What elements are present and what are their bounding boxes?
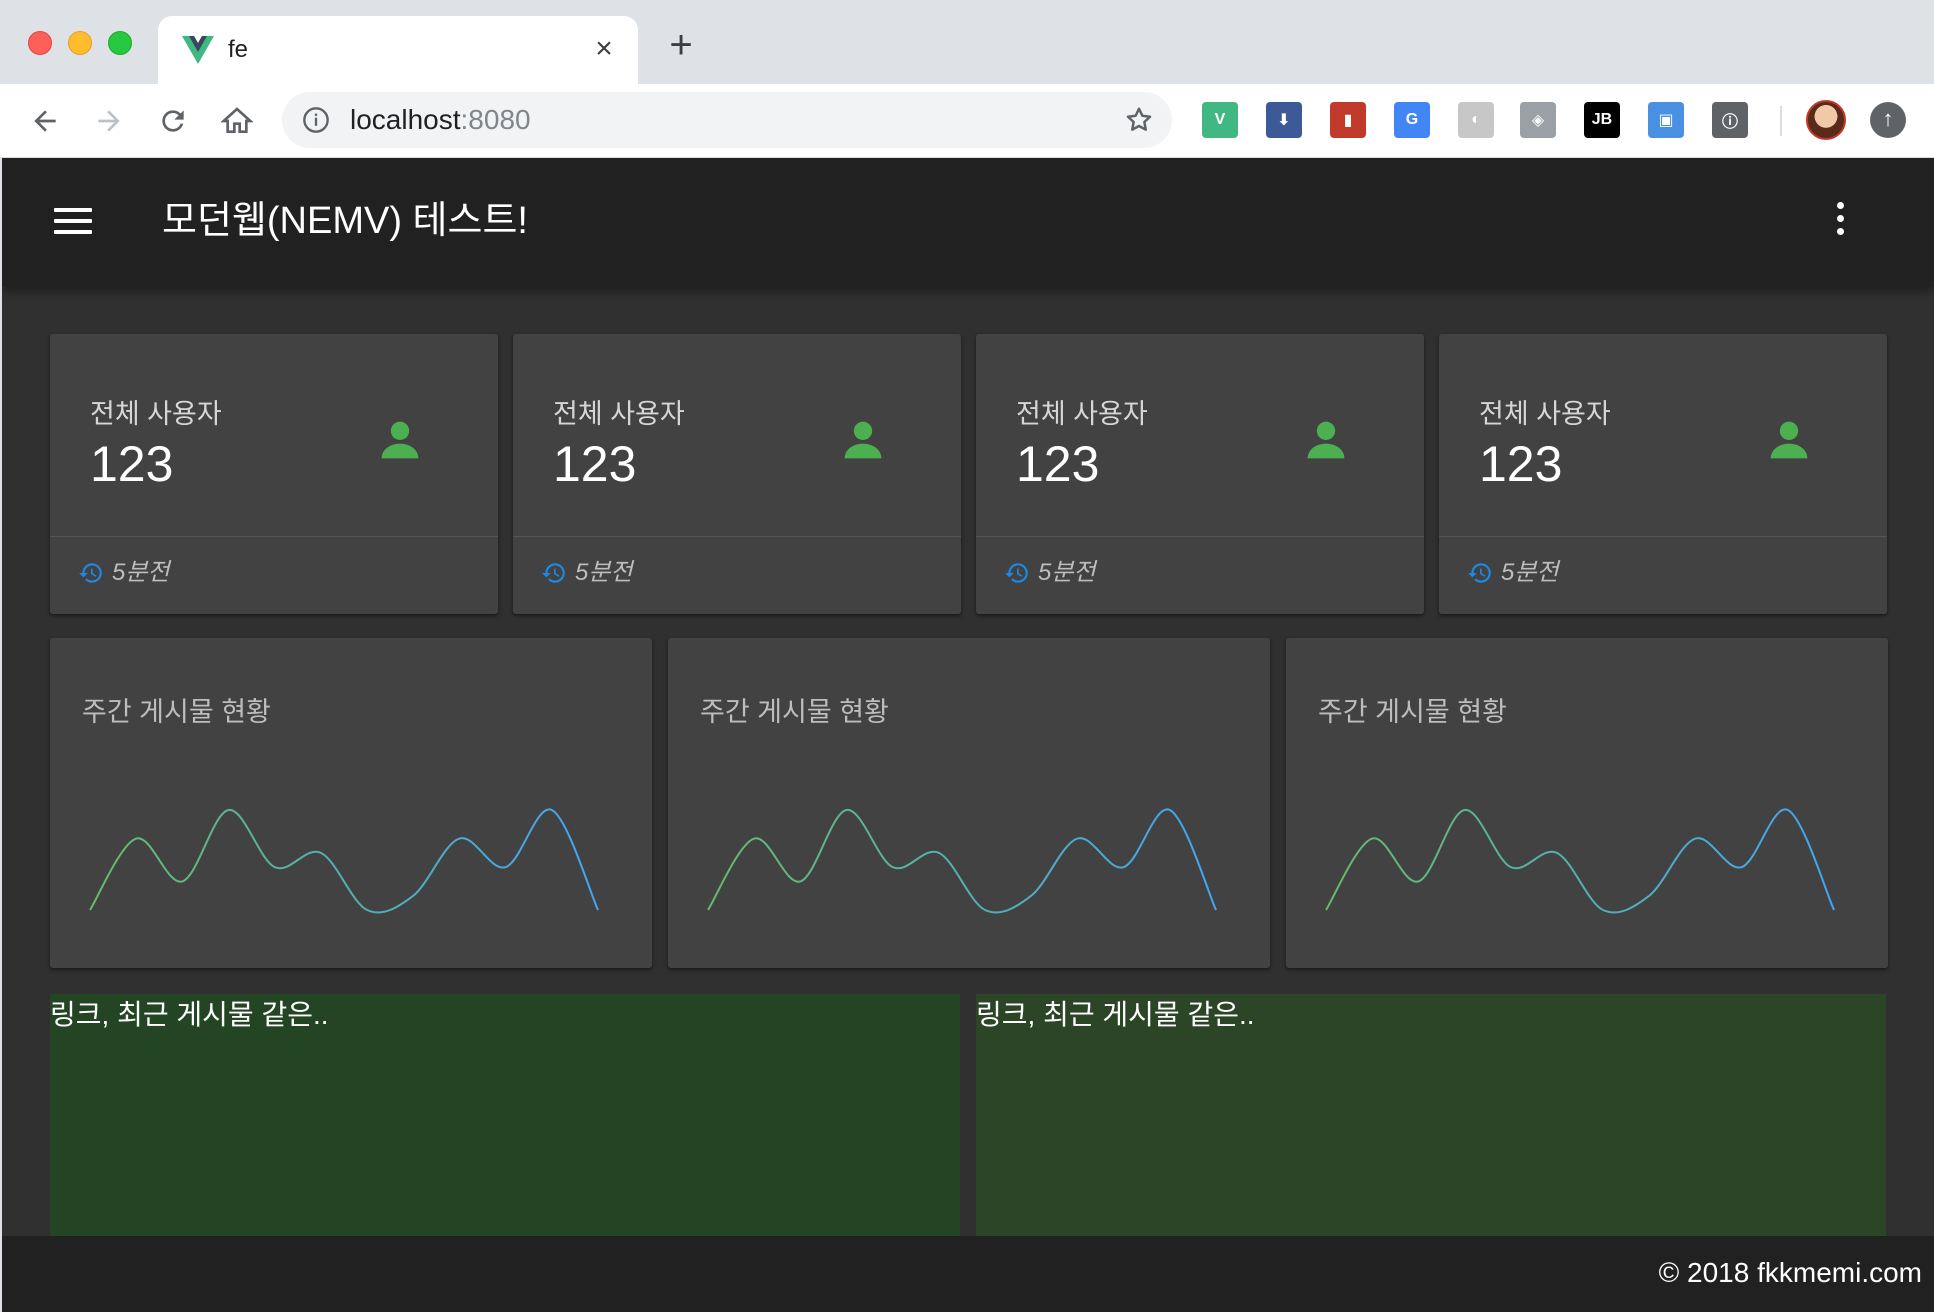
tab-strip: fe × + xyxy=(0,0,1934,84)
stat-value: 123 xyxy=(1016,436,1100,492)
history-icon xyxy=(542,563,565,583)
update-icon[interactable]: ↑ xyxy=(1870,102,1906,138)
stat-card: 전체 사용자 123 5분전 xyxy=(50,334,498,614)
person-icon xyxy=(381,421,419,459)
url-host: localhost xyxy=(350,104,461,135)
sparkline-chart xyxy=(707,808,1217,914)
forward-button[interactable] xyxy=(90,102,128,140)
shield-icon[interactable]: ◈ xyxy=(1520,102,1556,138)
chart-title: 주간 게시물 현황 xyxy=(700,697,889,727)
stat-label: 전체 사용자 xyxy=(90,399,222,429)
stat-card: 전체 사용자 123 5분전 xyxy=(976,334,1424,614)
arrow-left-icon xyxy=(34,110,56,132)
chart-title: 주간 게시물 현황 xyxy=(82,697,271,727)
stat-updated-time: 5분전 xyxy=(1038,559,1096,586)
profile-avatar[interactable] xyxy=(1806,100,1846,140)
stat-value: 123 xyxy=(1479,436,1563,492)
card-divider xyxy=(1439,536,1887,537)
stat-updated-time: 5분전 xyxy=(112,559,170,586)
card-divider xyxy=(513,536,961,537)
info-icon[interactable] xyxy=(302,106,330,134)
sparkline-chart xyxy=(89,808,599,914)
more-vert-icon[interactable] xyxy=(1834,202,1846,242)
stat-label: 전체 사용자 xyxy=(1016,399,1148,429)
new-tab-button[interactable]: + xyxy=(664,25,698,65)
stat-updated-time: 5분전 xyxy=(575,559,633,586)
chart-title: 주간 게시물 현황 xyxy=(1318,697,1507,727)
card-divider xyxy=(50,536,498,537)
bookmark-star-icon[interactable] xyxy=(1124,105,1154,135)
app-viewport: 모던웹(NEMV) 테스트! 전체 사용자 123 5분전 전체 사용자 123 5분전 전… xyxy=(2,158,1934,1312)
translate-icon[interactable]: G xyxy=(1394,102,1430,138)
reload-button[interactable] xyxy=(154,102,192,140)
chart-card: 주간 게시물 현황 xyxy=(668,638,1270,968)
toolbar-separator xyxy=(1780,106,1782,136)
download-icon[interactable]: ⬇ xyxy=(1266,102,1302,138)
reload-icon xyxy=(162,110,184,132)
vue-devtools-icon[interactable]: V xyxy=(1202,102,1238,138)
chart-card: 주간 게시물 현황 xyxy=(1286,638,1888,968)
back-button[interactable] xyxy=(26,102,64,140)
history-icon xyxy=(79,563,102,583)
circle-icon[interactable]: ◐ xyxy=(1458,102,1494,138)
chart-card: 주간 게시물 현황 xyxy=(50,638,652,968)
stat-updated-time: 5분전 xyxy=(1501,559,1559,586)
maximize-window-button[interactable] xyxy=(108,31,132,55)
stat-label: 전체 사용자 xyxy=(1479,399,1611,429)
vue-logo-icon xyxy=(182,36,214,64)
url-text[interactable]: localhost:8080 xyxy=(350,106,531,134)
close-tab-icon[interactable]: × xyxy=(590,34,618,64)
history-icon xyxy=(1468,563,1491,583)
stat-card: 전체 사용자 123 5분전 xyxy=(513,334,961,614)
browser-toolbar: localhost:8080 V ⬇ ▮ G ◐ ◈ JB ▣ ⓘ ↑ xyxy=(0,84,1934,158)
arrow-right-icon xyxy=(98,110,120,132)
url-port: :8080 xyxy=(460,104,531,135)
tab-title: fe xyxy=(228,36,249,63)
stat-label: 전체 사용자 xyxy=(553,399,685,429)
stat-card: 전체 사용자 123 5분전 xyxy=(1439,334,1887,614)
person-icon xyxy=(1770,421,1808,459)
app-toolbar: 모던웹(NEMV) 테스트! xyxy=(2,158,1934,286)
home-button[interactable] xyxy=(218,102,256,140)
info-icon[interactable]: ⓘ xyxy=(1712,102,1748,138)
menu-icon[interactable] xyxy=(54,208,92,236)
copyright-text: © 2018 fkkmemi.com xyxy=(1658,1257,1922,1288)
stat-value: 123 xyxy=(553,436,637,492)
sparkline-series-line xyxy=(707,808,1217,914)
close-window-button[interactable] xyxy=(28,31,52,55)
jetbrains-icon[interactable]: JB xyxy=(1584,102,1620,138)
sparkline-series-line xyxy=(89,808,599,914)
address-bar[interactable]: localhost:8080 xyxy=(282,92,1172,148)
home-icon xyxy=(221,107,253,133)
page-title: 모던웹(NEMV) 테스트! xyxy=(162,200,528,242)
browser-window: fe × + localhost:8080 V ⬇ ▮ G ◐ ◈ JB ▣ ⓘ… xyxy=(0,0,1934,1312)
sparkline-series-line xyxy=(1325,808,1835,914)
sparkline-chart xyxy=(1325,808,1835,914)
person-icon xyxy=(1307,421,1345,459)
tag-icon[interactable]: ▣ xyxy=(1648,102,1684,138)
book-icon[interactable]: ▮ xyxy=(1330,102,1366,138)
panel-text: 링크, 최근 게시물 같은.. xyxy=(50,999,329,1030)
browser-tab[interactable]: fe × xyxy=(158,16,638,84)
history-icon xyxy=(1005,563,1028,583)
panel-text: 링크, 최근 게시물 같은.. xyxy=(976,999,1255,1030)
minimize-window-button[interactable] xyxy=(68,31,92,55)
person-icon xyxy=(844,421,882,459)
app-footer: © 2018 fkkmemi.com xyxy=(2,1236,1934,1312)
stat-value: 123 xyxy=(90,436,174,492)
card-divider xyxy=(976,536,1424,537)
